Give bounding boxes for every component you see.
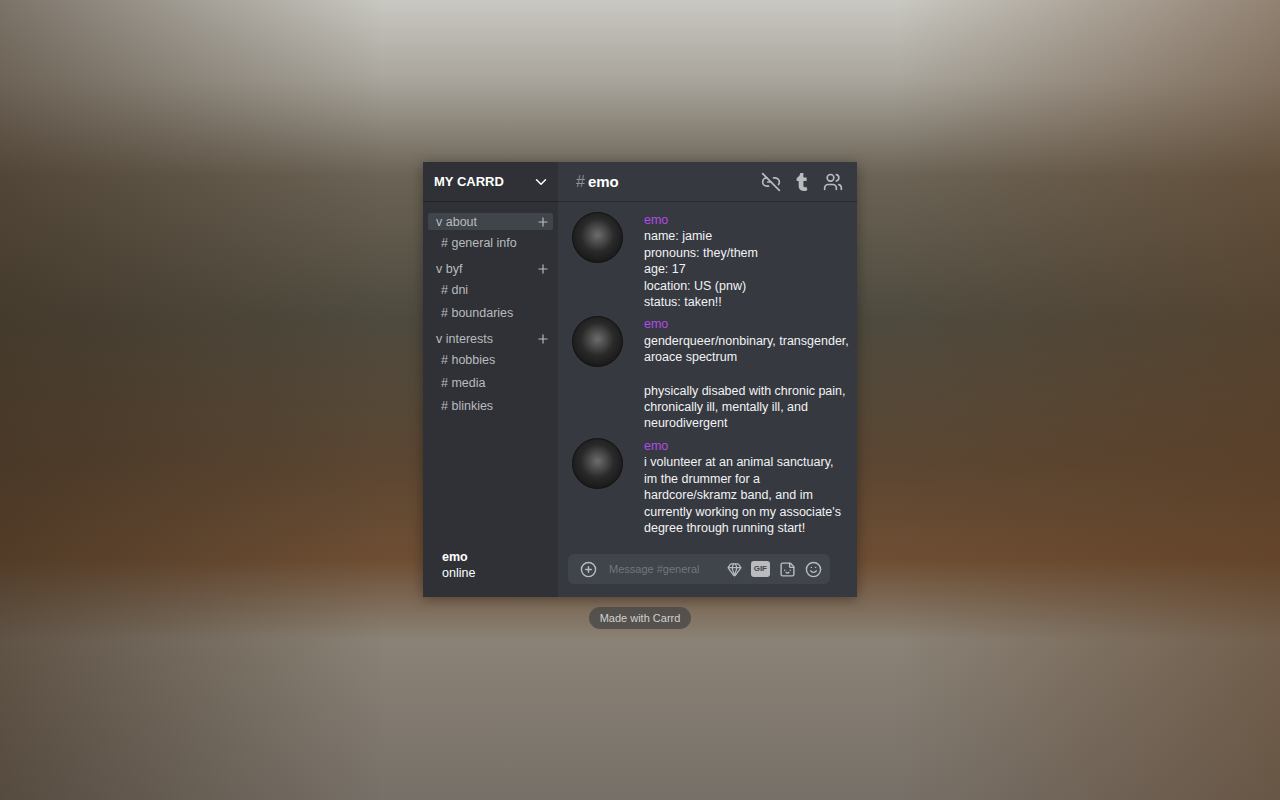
gift-icon[interactable] <box>727 562 742 577</box>
message-paragraph: i volunteer at an animal sanctuary, im t… <box>644 454 849 536</box>
emoji-icon[interactable] <box>805 561 822 578</box>
channel-name: emo <box>588 173 619 190</box>
plus-icon[interactable] <box>536 262 550 276</box>
message-author[interactable]: emo <box>644 212 849 228</box>
message-list: emoname: jamiepronouns: they/themage: 17… <box>558 202 857 548</box>
header-icons <box>761 172 843 192</box>
category-label: v interests <box>436 332 493 346</box>
channel-item[interactable]: # media <box>428 376 553 393</box>
message-body: emogenderqueer/nonbinary, transgender, a… <box>644 316 849 431</box>
message-line: i volunteer at an animal sanctuary, im t… <box>644 454 849 536</box>
gif-button[interactable]: GIF <box>751 561 770 577</box>
message-author[interactable]: emo <box>644 438 849 454</box>
carrd-window: MY CARRD v about # general info v byf # dni #… <box>423 162 857 597</box>
message-line: status: taken!! <box>644 294 849 310</box>
message-paragraph: genderqueer/nonbinary, transgender, aroa… <box>644 333 849 366</box>
message-author[interactable]: emo <box>644 316 849 332</box>
message-paragraph: name: jamiepronouns: they/themage: 17loc… <box>644 228 849 310</box>
user-status: online <box>442 566 558 580</box>
message-paragraph: physically disabed with chronic pain, ch… <box>644 383 849 432</box>
channel-header: #emo <box>558 162 857 202</box>
user-name: emo <box>442 550 558 564</box>
message-line: physically disabed with chronic pain, ch… <box>644 383 849 432</box>
category-label: v about <box>436 215 477 229</box>
chevron-down-icon[interactable] <box>532 173 550 191</box>
channel-item[interactable]: # dni <box>428 283 553 300</box>
sticker-icon[interactable] <box>779 561 796 578</box>
user-panel: emo online <box>423 550 558 597</box>
stage: MY CARRD v about # general info v byf # dni #… <box>0 0 1280 629</box>
channel-item[interactable]: # boundaries <box>428 306 553 323</box>
message: emoname: jamiepronouns: they/themage: 17… <box>572 212 849 310</box>
sidebar: MY CARRD v about # general info v byf # dni #… <box>423 162 558 597</box>
avatar[interactable] <box>572 438 623 489</box>
message-line: location: US (pnw) <box>644 278 849 294</box>
hash-mark: # <box>576 173 585 191</box>
made-with-badge[interactable]: Made with Carrd <box>589 607 692 629</box>
sidebar-header[interactable]: MY CARRD <box>423 162 558 202</box>
message-body: emoi volunteer at an animal sanctuary, i… <box>644 438 849 536</box>
category-row[interactable]: v byf <box>428 260 553 277</box>
message-body: emoname: jamiepronouns: they/themage: 17… <box>644 212 849 310</box>
message-composer[interactable]: Message #general GIF <box>568 554 830 584</box>
composer-input[interactable]: Message #general <box>606 563 718 575</box>
avatar[interactable] <box>572 212 623 263</box>
page: MY CARRD v about # general info v byf # dni #… <box>0 0 1280 800</box>
message-line: name: jamie <box>644 228 849 244</box>
main-panel: #emoemoname: jamiepronouns: they/themage… <box>558 162 857 597</box>
message-line: genderqueer/nonbinary, transgender, aroa… <box>644 333 849 366</box>
channel-item[interactable]: # blinkies <box>428 399 553 416</box>
category-row[interactable]: v about <box>428 213 553 230</box>
message: emogenderqueer/nonbinary, transgender, a… <box>572 316 849 431</box>
channel-list: v about # general info v byf # dni # boundar… <box>423 202 558 550</box>
plus-icon[interactable] <box>536 215 550 229</box>
members-icon[interactable] <box>823 172 843 192</box>
message-line: age: 17 <box>644 261 849 277</box>
unlink-icon[interactable] <box>761 172 781 192</box>
tumblr-icon[interactable] <box>793 173 811 191</box>
category-label: v byf <box>436 262 462 276</box>
add-icon[interactable] <box>580 561 597 578</box>
channel-title: #emo <box>576 173 619 191</box>
plus-icon[interactable] <box>536 332 550 346</box>
channel-item[interactable]: # general info <box>428 236 553 253</box>
message-line: pronouns: they/them <box>644 245 849 261</box>
message: emoi volunteer at an animal sanctuary, i… <box>572 438 849 536</box>
channel-item[interactable]: # hobbies <box>428 353 553 370</box>
avatar[interactable] <box>572 316 623 367</box>
category-row[interactable]: v interests <box>428 330 553 347</box>
sidebar-title: MY CARRD <box>434 174 504 189</box>
